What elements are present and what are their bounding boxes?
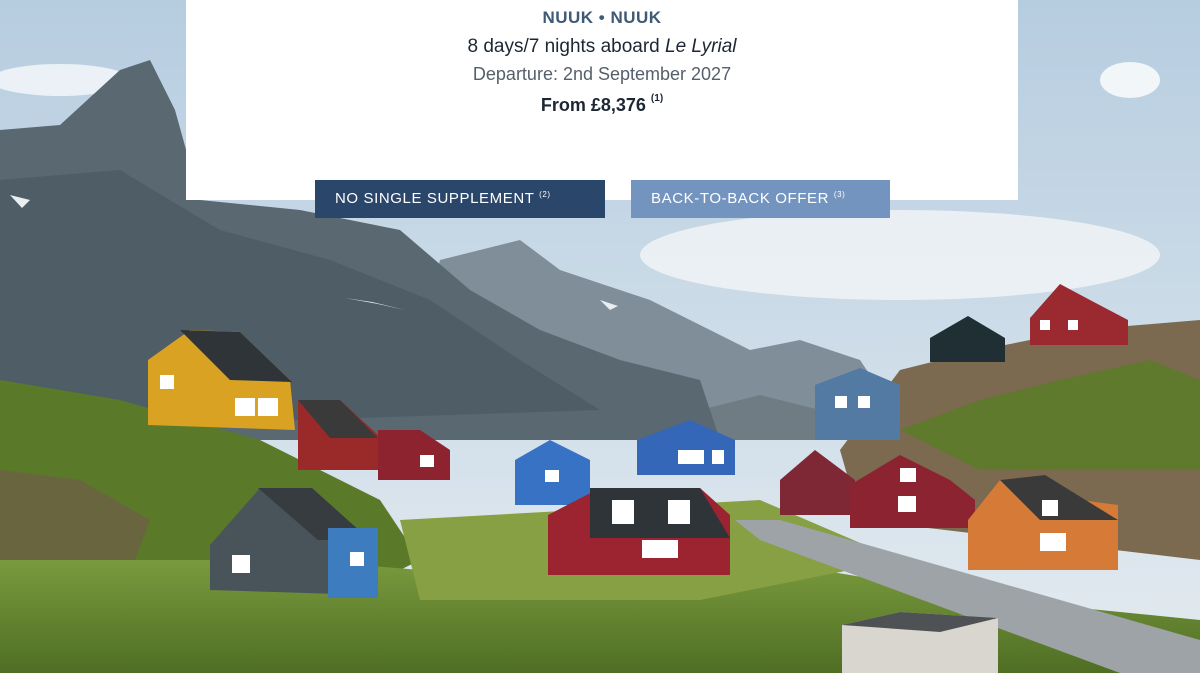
no-single-supplement-button[interactable]: NO SINGLE SUPPLEMENT (2): [315, 180, 605, 218]
back-to-back-offer-label: BACK-TO-BACK OFFER: [651, 190, 830, 207]
back-to-back-offer-button[interactable]: BACK-TO-BACK OFFER (3): [631, 180, 890, 218]
back-to-back-offer-footnote: (3): [833, 190, 846, 199]
duration-prefix: 8 days/7 nights aboard: [467, 36, 666, 57]
cruise-info-card: NUUK • NUUK 8 days/7 nights aboard Le Ly…: [186, 0, 1018, 200]
route-title: NUUK • NUUK: [542, 8, 662, 27]
price: From £8,376 (1): [186, 93, 1018, 116]
no-single-supplement-footnote: (2): [539, 190, 551, 199]
duration-text: 8 days/7 nights aboard Le Lyrial: [186, 36, 1018, 58]
departure-date: Departure: 2nd September 2027: [472, 64, 732, 84]
no-single-supplement-label: NO SINGLE SUPPLEMENT: [335, 190, 535, 207]
price-value: From £8,376: [540, 95, 646, 115]
price-footnote: (1): [650, 93, 664, 104]
ship-name: Le Lyrial: [665, 36, 737, 57]
